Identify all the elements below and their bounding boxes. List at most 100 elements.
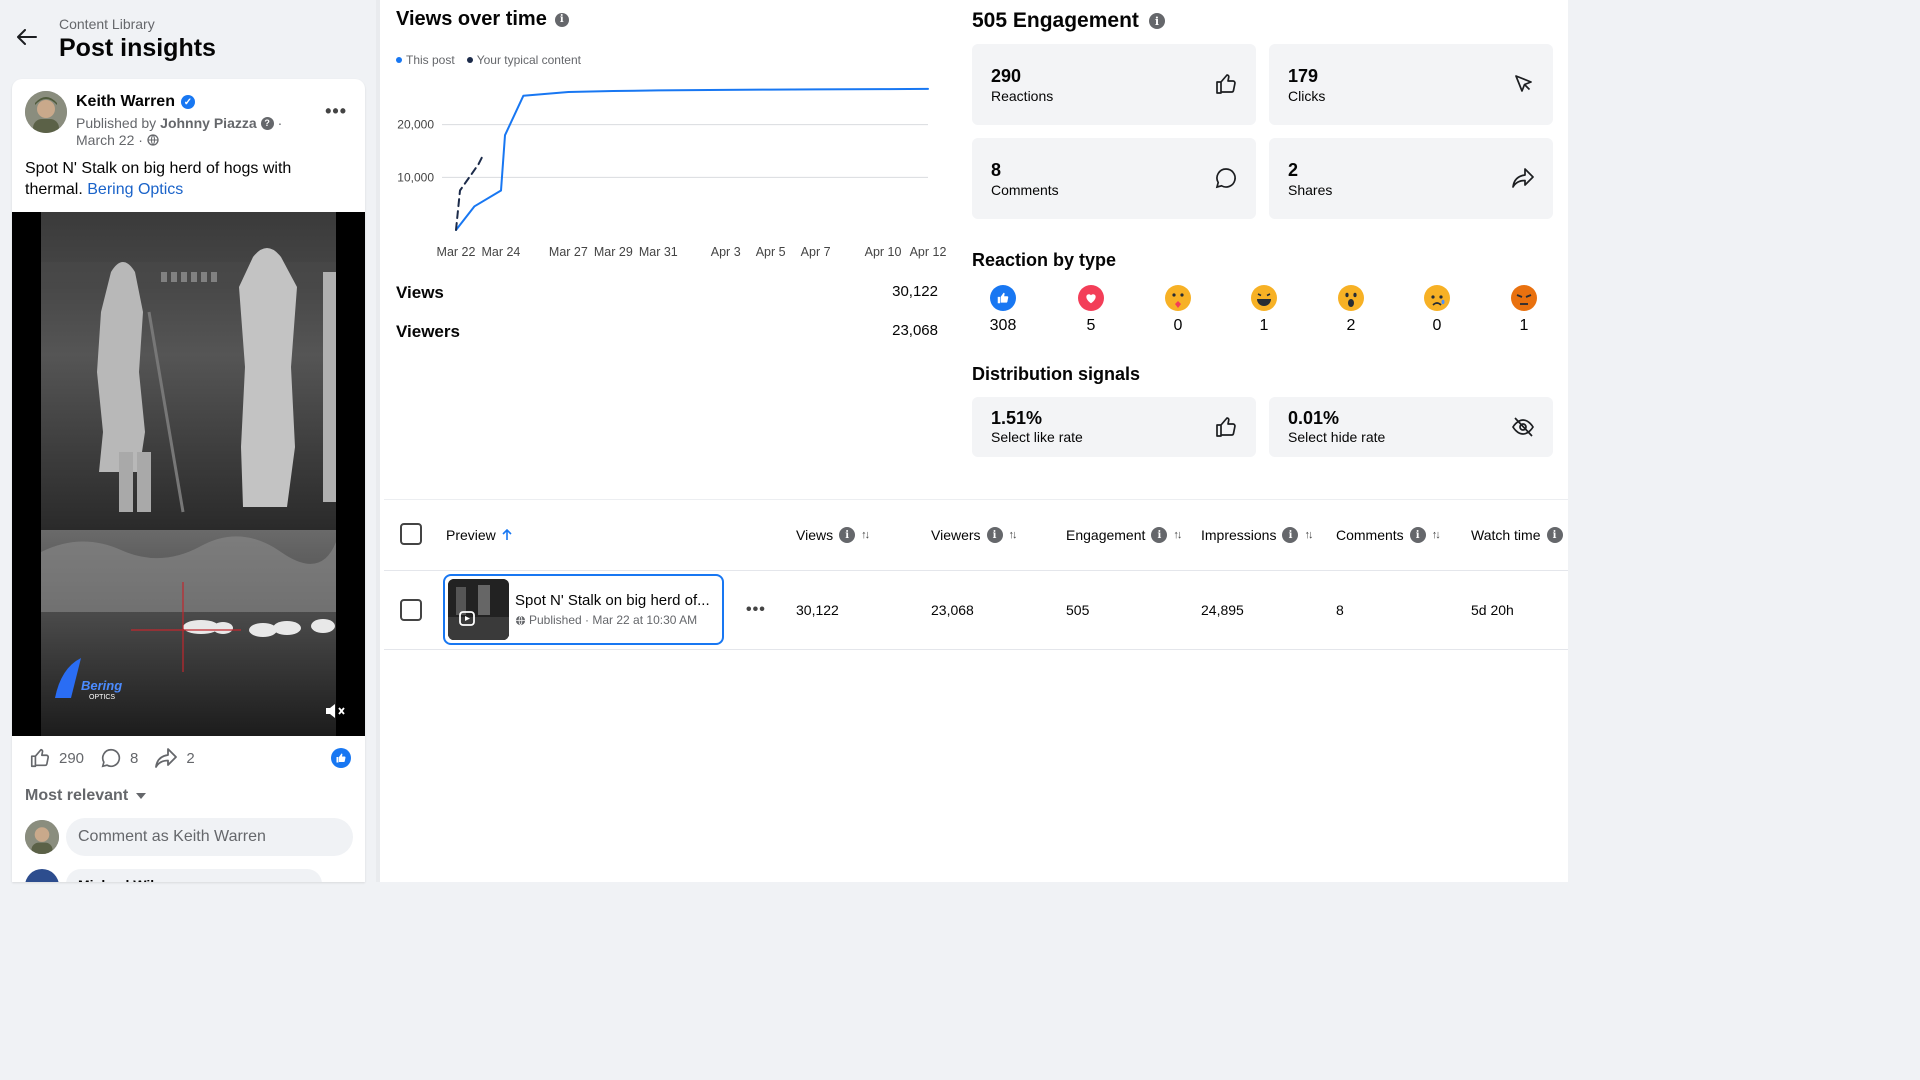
col-views-label: Views xyxy=(796,527,834,543)
clicks-value: 179 xyxy=(1288,66,1319,86)
col-viewers[interactable]: Viewers i ↑↓ xyxy=(931,527,1018,543)
video-watermark-subtext: OPTICS xyxy=(89,694,115,701)
author-name-text[interactable]: Keith Warren xyxy=(76,93,175,111)
like-reaction-badge-icon[interactable] xyxy=(331,748,351,768)
reactions-metric-card[interactable]: 290 Reactions xyxy=(972,44,1256,125)
like-rate-label: Select like rate xyxy=(991,429,1083,445)
shares-value: 2 xyxy=(1288,160,1299,180)
wow-reaction-icon xyxy=(1338,285,1364,311)
x-tick-label: Apr 3 xyxy=(711,245,741,259)
col-preview[interactable]: Preview xyxy=(446,527,512,543)
x-tick-label: Mar 29 xyxy=(594,245,633,259)
mute-button[interactable] xyxy=(324,702,346,725)
info-icon[interactable]: i xyxy=(554,12,569,27)
sort-toggle-icon[interactable]: ↑↓ xyxy=(1304,529,1313,541)
x-tick-label: Mar 22 xyxy=(437,245,476,259)
info-icon[interactable]: i xyxy=(1546,527,1563,543)
sort-toggle-icon[interactable]: ↑↓ xyxy=(1173,529,1182,541)
comment-count[interactable]: 8 xyxy=(100,747,138,769)
x-tick-label: Apr 7 xyxy=(801,245,831,259)
info-icon[interactable]: i xyxy=(986,527,1003,543)
row-more-options-button[interactable]: ••• xyxy=(746,601,766,619)
cell-engagement: 505 xyxy=(1066,602,1090,618)
legend-typical-label: Your typical content xyxy=(476,53,581,67)
posts-table-header: Preview Views i ↑↓ Viewers i ↑↓ Engageme… xyxy=(384,499,1568,571)
care-reaction-icon xyxy=(1165,285,1191,311)
comment-sort-dropdown[interactable]: Most relevant xyxy=(25,787,147,805)
col-impressions[interactable]: Impressions i ↑↓ xyxy=(1201,527,1313,543)
x-tick-label: Apr 10 xyxy=(865,245,902,259)
comments-metric-card[interactable]: 8 Comments xyxy=(972,138,1256,219)
sort-toggle-icon[interactable]: ↑↓ xyxy=(1432,529,1441,541)
share-count[interactable]: 2 xyxy=(154,747,195,769)
post-date-text[interactable]: March 22 · xyxy=(76,132,143,148)
love-reaction-count: 5 xyxy=(1086,317,1096,334)
post-video[interactable]: Bering OPTICS xyxy=(12,212,365,736)
col-comments[interactable]: Comments i ↑↓ xyxy=(1336,527,1441,543)
breadcrumb[interactable]: Content Library xyxy=(59,16,155,32)
help-icon[interactable]: ? xyxy=(260,116,274,130)
publisher-name[interactable]: Johnny Piazza xyxy=(160,115,256,131)
clicks-metric-card[interactable]: 179 Clicks xyxy=(1269,44,1553,125)
commenter-avatar xyxy=(25,820,59,854)
like-reaction-count: 308 xyxy=(989,317,1017,334)
shares-metric-card[interactable]: 2 Shares xyxy=(1269,138,1553,219)
comment-input[interactable]: Comment as Keith Warren xyxy=(66,818,353,856)
thumbs-up-icon xyxy=(30,748,49,768)
x-tick-label: Mar 27 xyxy=(549,245,588,259)
sort-ascending-icon[interactable] xyxy=(502,529,512,541)
angry-reaction-count: 1 xyxy=(1519,317,1529,334)
post-text: Spot N' Stalk on big herd of hogs with t… xyxy=(25,158,345,200)
separator-dot: · xyxy=(277,115,283,131)
row-select-checkbox[interactable] xyxy=(400,599,422,621)
like-count[interactable]: 290 xyxy=(29,747,84,769)
cell-watch-time: 5d 20h xyxy=(1471,602,1514,618)
sort-toggle-icon[interactable]: ↑↓ xyxy=(861,529,870,541)
info-icon[interactable]: i xyxy=(1282,527,1299,543)
share-arrow-icon xyxy=(1512,168,1534,188)
comment-bubble-icon xyxy=(1215,168,1236,189)
post-mention-link[interactable]: Bering Optics xyxy=(87,181,183,198)
info-icon[interactable]: i xyxy=(1409,527,1426,543)
views-over-time-card: Views over time i This post Your typical… xyxy=(380,0,950,356)
haha-reaction-count: 1 xyxy=(1259,317,1269,334)
share-count-text: 2 xyxy=(186,749,195,767)
author-avatar[interactable] xyxy=(25,91,67,133)
caret-down-icon xyxy=(136,793,147,799)
info-icon[interactable]: i xyxy=(839,527,856,543)
distribution-signals-title: Distribution signals xyxy=(972,364,1141,384)
legend-this-post-label: This post xyxy=(406,53,455,67)
comment-count-text: 8 xyxy=(130,749,139,767)
speaker-muted-icon xyxy=(326,704,345,718)
select-all-checkbox[interactable] xyxy=(400,523,422,545)
author-name[interactable]: Keith Warren ✓ xyxy=(76,93,195,111)
viewers-stat-value: 23,068 xyxy=(892,322,938,339)
col-engagement[interactable]: Engagement i ↑↓ xyxy=(1066,527,1182,543)
col-watch-time[interactable]: Watch time i xyxy=(1471,527,1563,543)
engagement-title-text: 505 Engagement xyxy=(972,9,1139,32)
like-rate-value: 1.51% xyxy=(991,408,1043,428)
wow-reaction-count: 2 xyxy=(1346,317,1356,334)
published-prefix: Published by xyxy=(76,115,157,131)
post-more-options-button[interactable]: ••• xyxy=(325,101,347,122)
post-preview-cell[interactable]: Spot N' Stalk on big herd of... Publishe… xyxy=(443,574,724,645)
col-views[interactable]: Views i ↑↓ xyxy=(796,527,870,543)
hide-rate-value: 0.01% xyxy=(1288,408,1340,428)
next-commenter-avatar[interactable] xyxy=(25,869,59,882)
globe-icon xyxy=(515,615,526,625)
views-stat-label: Views xyxy=(396,283,444,302)
reactions-label: Reactions xyxy=(991,88,1054,104)
published-by: Published by Johnny Piazza ? · xyxy=(76,115,282,131)
post-action-bar: 290 8 2 xyxy=(12,736,365,780)
next-comment-bubble[interactable]: Michael Wil... xyxy=(66,869,322,882)
post-date: March 22 · xyxy=(76,132,159,148)
hide-rate-label: Select hide rate xyxy=(1288,429,1386,445)
info-icon[interactable]: i xyxy=(1148,13,1165,29)
back-button[interactable] xyxy=(14,24,40,50)
sort-toggle-icon[interactable]: ↑↓ xyxy=(1009,529,1018,541)
post-preview-status-text: Published · Mar 22 at 10:30 AM xyxy=(529,613,698,627)
comment-bubble-icon xyxy=(101,748,121,768)
angry-reaction-icon xyxy=(1511,285,1537,311)
x-tick-label: Mar 31 xyxy=(639,245,678,259)
info-icon[interactable]: i xyxy=(1151,527,1168,543)
